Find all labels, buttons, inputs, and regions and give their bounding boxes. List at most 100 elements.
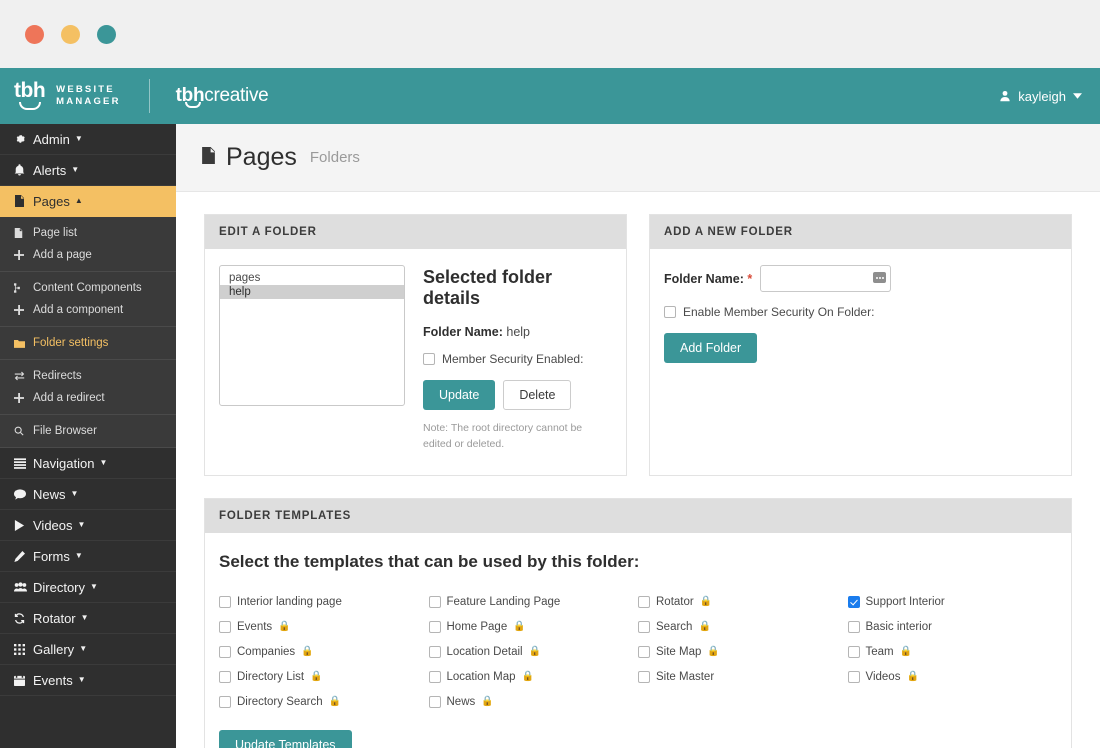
- template-checkbox[interactable]: [638, 645, 650, 658]
- enable-member-security-checkbox[interactable]: [664, 306, 676, 318]
- folder-name-row: Folder Name: help: [423, 325, 612, 339]
- template-checkbox-item[interactable]: News 🔒: [428, 695, 639, 708]
- template-checkbox-item[interactable]: Rotator 🔒: [638, 595, 848, 608]
- template-label: Basic interior: [865, 620, 932, 633]
- template-checkbox-item[interactable]: Companies 🔒: [219, 645, 429, 658]
- sidebar-item-alerts[interactable]: Alerts ▼: [0, 155, 176, 186]
- template-checkbox[interactable]: [428, 645, 441, 658]
- sidebar-item-forms[interactable]: Forms ▼: [0, 541, 176, 572]
- caret-down-icon: ▼: [99, 458, 108, 467]
- page-subtitle: Folders: [309, 149, 360, 166]
- folder-name-input[interactable]: [760, 265, 892, 292]
- template-checkbox[interactable]: [219, 620, 231, 633]
- template-checkbox-item[interactable]: Interior landing page: [219, 595, 429, 608]
- user-name: kayleigh: [1018, 88, 1066, 104]
- close-window-button[interactable]: [25, 24, 44, 44]
- template-column: Interior landing page Events 🔒 Companies 🔒…: [219, 595, 429, 721]
- template-checkbox[interactable]: [638, 595, 650, 608]
- logo-wordmark: WEBSITE MANAGER: [56, 84, 120, 108]
- sidebar-item-videos[interactable]: Videos ▼: [0, 510, 176, 541]
- template-checkbox-item[interactable]: Search 🔒: [638, 620, 848, 633]
- template-checkbox[interactable]: [847, 645, 860, 658]
- sidebar-item-admin[interactable]: Admin ▼: [0, 124, 176, 155]
- template-checkbox-item[interactable]: Feature Landing Page: [428, 595, 639, 608]
- sidebar-item-add-a-component[interactable]: Add a component: [0, 299, 176, 321]
- template-checkbox-item[interactable]: Basic interior: [847, 620, 1058, 633]
- template-checkbox-item[interactable]: Team 🔒: [847, 645, 1058, 658]
- template-label: Support Interior: [865, 595, 945, 608]
- caret-down-icon: ▼: [74, 134, 83, 143]
- file-icon: [14, 195, 33, 207]
- edit-folder-actions: Update Delete: [423, 380, 612, 410]
- update-button[interactable]: Update: [423, 380, 496, 410]
- user-menu[interactable]: kayleigh: [999, 89, 1082, 104]
- sidebar-item-page-list[interactable]: Page list: [0, 222, 176, 244]
- sidebar-item-file-browser[interactable]: File Browser: [0, 420, 176, 442]
- sidebar-item-label: News: [33, 486, 66, 502]
- template-checkbox[interactable]: [219, 645, 231, 658]
- template-checkbox-item[interactable]: Site Master: [638, 670, 848, 683]
- template-checkbox-item[interactable]: Location Map 🔒: [428, 670, 639, 683]
- template-label: Interior landing page: [237, 595, 342, 608]
- sidebar-item-directory[interactable]: Directory ▼: [0, 572, 176, 603]
- sidebar-item-gallery[interactable]: Gallery ▼: [0, 634, 176, 665]
- details-heading: Selected folder details: [423, 267, 553, 308]
- list-item[interactable]: help: [220, 285, 404, 299]
- sidebar-item-navigation[interactable]: Navigation ▼: [0, 448, 176, 479]
- folder-templates-heading: Select the templates that can be used by…: [219, 551, 640, 571]
- member-security-checkbox-row[interactable]: Member Security Enabled:: [423, 352, 612, 366]
- grid-icon: [14, 643, 33, 655]
- template-checkbox-item[interactable]: Events 🔒: [219, 620, 429, 633]
- sidebar-item-add-a-redirect[interactable]: Add a redirect: [0, 387, 176, 409]
- template-checkbox[interactable]: [428, 595, 441, 608]
- template-checkbox[interactable]: [428, 695, 441, 708]
- refresh-icon: [14, 612, 33, 624]
- template-checkbox-item[interactable]: Videos 🔒: [847, 670, 1058, 683]
- sidebar-item-events[interactable]: Events ▼: [0, 665, 176, 696]
- template-checkbox-item[interactable]: Site Map 🔒: [638, 645, 848, 658]
- sidebar: Admin ▼ Alerts ▼ Pages ▲ Page list Add a…: [0, 124, 176, 748]
- template-checkbox[interactable]: [638, 670, 650, 683]
- sidebar-item-folder-settings[interactable]: Folder settings: [0, 332, 176, 354]
- template-checkbox-item[interactable]: Location Detail 🔒: [428, 645, 639, 658]
- brand-logo[interactable]: tbh WEBSITE MANAGER: [14, 80, 121, 112]
- sidebar-item-label: Admin: [33, 131, 70, 147]
- folder-name-input-wrap: [760, 265, 892, 292]
- template-checkbox-item[interactable]: Home Page 🔒: [428, 620, 639, 633]
- folder-list[interactable]: pages help: [219, 265, 405, 406]
- sidebar-item-add-a-page[interactable]: Add a page: [0, 244, 176, 266]
- comment-icon: [14, 488, 33, 500]
- template-checkbox[interactable]: [428, 620, 441, 633]
- template-checkbox[interactable]: [219, 670, 231, 683]
- page-header: Pages Folders: [176, 124, 1100, 192]
- template-checkbox-item[interactable]: Directory Search 🔒: [219, 695, 429, 708]
- folder-templates-panel: FOLDER TEMPLATES Select the templates th…: [204, 497, 1072, 748]
- tbh-creative-logo[interactable]: tbhcreative: [176, 85, 269, 108]
- sidebar-item-redirects[interactable]: Redirects: [0, 365, 176, 387]
- sidebar-item-pages[interactable]: Pages ▲: [0, 186, 176, 217]
- update-templates-button[interactable]: Update Templates: [219, 729, 352, 748]
- template-checkbox[interactable]: [428, 670, 441, 683]
- member-security-checkbox[interactable]: [423, 353, 435, 365]
- enable-member-security-row[interactable]: Enable Member Security On Folder:: [664, 305, 1057, 319]
- list-item[interactable]: pages: [220, 271, 404, 285]
- logo-word-line2: MANAGER: [56, 96, 121, 107]
- template-checkbox[interactable]: [847, 620, 860, 633]
- maximize-window-button[interactable]: [97, 24, 116, 44]
- sidebar-item-content-components[interactable]: Content Components: [0, 277, 176, 299]
- template-checkbox[interactable]: [847, 670, 860, 683]
- template-checkbox[interactable]: [219, 595, 231, 608]
- autofill-icon[interactable]: [873, 272, 887, 283]
- sidebar-item-news[interactable]: News ▼: [0, 479, 176, 510]
- template-checkbox-item[interactable]: Support Interior: [847, 595, 1058, 608]
- sidebar-item-label: Forms: [33, 548, 70, 564]
- minimize-window-button[interactable]: [61, 24, 80, 44]
- template-checkbox[interactable]: [219, 695, 231, 708]
- template-checkbox-item[interactable]: Directory List 🔒: [219, 670, 429, 683]
- template-checkbox[interactable]: [638, 620, 650, 633]
- lock-icon: 🔒: [698, 621, 711, 632]
- template-checkbox[interactable]: [847, 595, 860, 608]
- sidebar-item-rotator[interactable]: Rotator ▼: [0, 603, 176, 634]
- delete-button[interactable]: Delete: [503, 380, 572, 410]
- add-folder-button[interactable]: Add Folder: [664, 333, 758, 363]
